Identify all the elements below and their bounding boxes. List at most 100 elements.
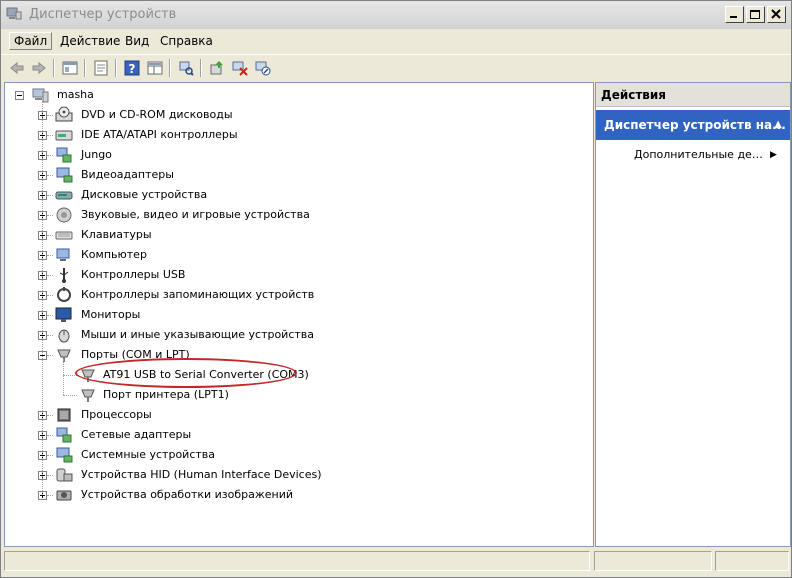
status-segment-main	[4, 551, 590, 571]
status-segment-2	[594, 551, 712, 571]
network-icon	[55, 426, 73, 444]
view-icon[interactable]	[146, 59, 164, 77]
tree-connector	[47, 455, 53, 456]
tree-category[interactable]: IDE ATA/ATAPI контроллеры	[5, 125, 585, 145]
submenu-arrow-icon: ▶	[770, 150, 777, 160]
menu-view[interactable]: Вид	[121, 33, 153, 49]
device-manager-window: Диспетчер устройств Файл Действие Вид Сп…	[0, 0, 792, 578]
tree-device[interactable]: AT91 USB to Serial Converter (COM3)	[5, 358, 585, 388]
display-adapter-icon	[55, 166, 73, 184]
console-tree-icon[interactable]	[61, 59, 79, 77]
highlight-ellipse	[75, 358, 297, 388]
maximize-button[interactable]	[746, 6, 765, 23]
maximize-icon	[750, 10, 760, 19]
tree-category-label: Видеоадаптеры	[81, 168, 174, 181]
tree-connector	[47, 415, 53, 416]
tree-category-label: Устройства HID (Human Interface Devices)	[81, 468, 322, 481]
tree-device[interactable]: Порт принтера (LPT1)	[5, 385, 585, 405]
toolbar-separator	[53, 59, 55, 77]
storage-icon	[55, 286, 73, 304]
imaging-icon	[55, 486, 73, 504]
forward-icon[interactable]	[30, 59, 48, 77]
actions-section-device-manager[interactable]: Диспетчер устройств на... ▲	[596, 110, 790, 140]
tree-connector	[47, 315, 53, 316]
port-icon	[79, 386, 97, 404]
tree-connector	[47, 115, 53, 116]
toolbar-separator	[200, 59, 202, 77]
tree-connector	[47, 435, 53, 436]
hid-icon	[55, 466, 73, 484]
toolbar-separator	[84, 59, 86, 77]
tree-category-label: Контроллеры запоминающих устройств	[81, 288, 315, 301]
minimize-button[interactable]	[725, 6, 744, 23]
root-computer-icon	[31, 86, 49, 104]
tree-category[interactable]: DVD и CD-ROM дисководы	[5, 105, 585, 125]
tree-category[interactable]: Порты (COM и LPT)	[5, 345, 585, 365]
tree-connector	[47, 275, 53, 276]
tree-collapse-toggle[interactable]	[15, 91, 24, 100]
tree-category-label: Контроллеры USB	[81, 268, 186, 281]
tree-connector	[63, 375, 77, 376]
tree-category[interactable]: Компьютер	[5, 245, 585, 265]
tree-category-label: Мыши и иные указывающие устройства	[81, 328, 315, 341]
close-button[interactable]	[767, 6, 786, 23]
back-icon[interactable]	[8, 59, 26, 77]
uninstall-icon[interactable]	[231, 59, 249, 77]
toolbar: ?	[1, 54, 791, 81]
tree-category[interactable]: Контроллеры USB	[5, 265, 585, 285]
device-manager-app-icon	[6, 7, 22, 20]
tree-category-label: DVD и CD-ROM дисководы	[81, 108, 233, 121]
disk-icon	[55, 186, 73, 204]
tree-category[interactable]: Jungo	[5, 145, 585, 165]
properties-icon[interactable]	[92, 59, 110, 77]
tree-connector	[47, 135, 53, 136]
usb-icon	[55, 266, 73, 284]
tree-category-label: Компьютер	[81, 248, 147, 261]
sound-icon	[55, 206, 73, 224]
tree-category[interactable]: Мыши и иные указывающие устройства	[5, 325, 585, 345]
tree-root[interactable]: masha	[5, 85, 585, 105]
tree-category[interactable]: Клавиатуры	[5, 225, 585, 245]
tree-category[interactable]: Видеоадаптеры	[5, 165, 585, 185]
dvd-icon	[55, 106, 73, 124]
disable-icon[interactable]	[254, 59, 272, 77]
tree-connector	[47, 295, 53, 296]
tree-category-label: Jungo	[81, 148, 112, 161]
tree-connector	[47, 355, 53, 356]
ide-icon	[55, 126, 73, 144]
title-bar[interactable]: Диспетчер устройств	[1, 1, 791, 29]
status-bar	[4, 549, 791, 573]
device-tree[interactable]: masha DVD и CD-ROM дисководы IDE ATA/ATAPI…	[4, 82, 594, 547]
tree-category[interactable]: Процессоры	[5, 405, 585, 425]
menu-action[interactable]: Действие	[56, 33, 124, 49]
tree-connector	[47, 235, 53, 236]
tree-category[interactable]: Системные устройства	[5, 445, 585, 465]
collapse-up-icon[interactable]: ▲	[774, 110, 782, 140]
update-driver-icon[interactable]	[208, 59, 226, 77]
tree-category[interactable]: Устройства HID (Human Interface Devices)	[5, 465, 585, 485]
tree-category[interactable]: Дисковые устройства	[5, 185, 585, 205]
tree-root-label: masha	[57, 88, 94, 101]
tree-category[interactable]: Мониторы	[5, 305, 585, 325]
minimize-icon	[730, 16, 737, 18]
tree-category[interactable]: Устройства обработки изображений	[5, 485, 585, 505]
tree-category[interactable]: Сетевые адаптеры	[5, 425, 585, 445]
status-segment-3	[715, 551, 789, 571]
help-icon[interactable]: ?	[123, 59, 141, 77]
scan-hardware-icon[interactable]	[177, 59, 195, 77]
menu-help[interactable]: Справка	[156, 33, 217, 49]
more-actions-item[interactable]: Дополнительные действия ▶	[634, 145, 777, 165]
menu-file[interactable]: Файл	[9, 32, 53, 50]
toolbar-separator	[169, 59, 171, 77]
tree-connector	[47, 195, 53, 196]
tree-category-label: Звуковые, видео и игровые устройства	[81, 208, 310, 221]
computer-icon	[55, 246, 73, 264]
tree-category-label: Мониторы	[81, 308, 141, 321]
jungo-icon	[55, 146, 73, 164]
tree-category[interactable]: Контроллеры запоминающих устройств	[5, 285, 585, 305]
mouse-icon	[55, 326, 73, 344]
tree-category-label: IDE ATA/ATAPI контроллеры	[81, 128, 238, 141]
window-title: Диспетчер устройств	[29, 7, 177, 22]
tree-category[interactable]: Звуковые, видео и игровые устройства	[5, 205, 585, 225]
more-actions-label: Дополнительные действия	[634, 148, 764, 161]
